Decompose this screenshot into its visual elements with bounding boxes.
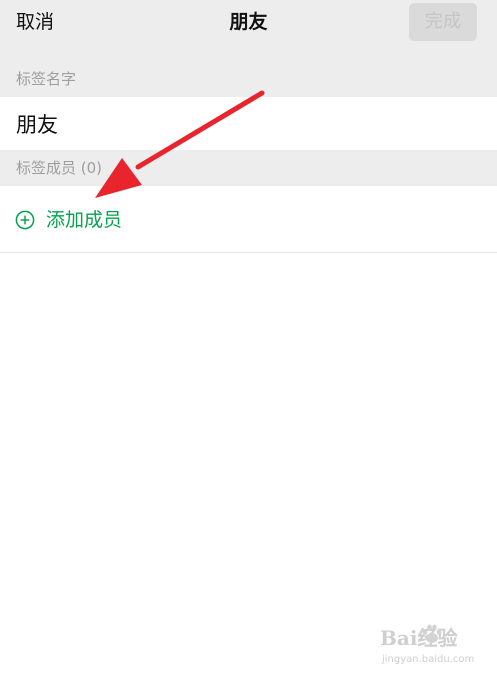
tag-name-row: [0, 97, 497, 150]
tag-name-section-header: 标签名字: [0, 62, 497, 97]
watermark-brand: Bai经验: [380, 626, 458, 650]
watermark-url: jingyan.baidu.com: [382, 654, 475, 665]
add-member-label: 添加成员: [46, 209, 123, 231]
navigation-bar: 取消 朋友 完成: [0, 0, 497, 62]
paw-icon: [422, 624, 442, 643]
baidu-jingyan-watermark: Bai经验 jingyan.baidu.com: [380, 622, 492, 672]
edit-tag-screen: 取消 朋友 完成 标签名字 标签成员 (0) 添加成员 Bai经验 jingya…: [0, 0, 497, 680]
tag-members-section-header: 标签成员 (0): [0, 150, 497, 186]
add-member-button[interactable]: 添加成员: [0, 186, 497, 253]
plus-circle-icon: [15, 210, 35, 230]
tag-name-input[interactable]: [16, 97, 476, 150]
done-button[interactable]: 完成: [409, 3, 477, 41]
